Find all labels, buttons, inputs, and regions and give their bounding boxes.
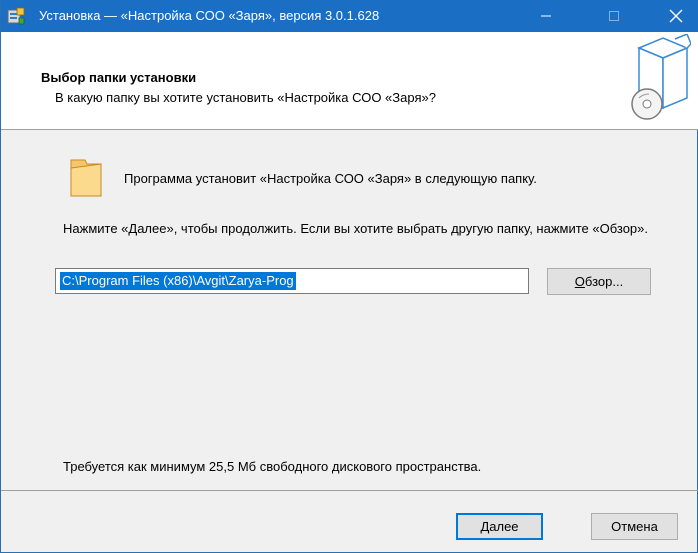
install-target-text: Программа установит «Настройка СОО «Заря… — [124, 171, 537, 186]
cancel-label: Отмена — [611, 519, 658, 534]
wizard-header: Выбор папки установки В какую папку вы х… — [1, 32, 698, 130]
browse-accelerator: О — [574, 274, 585, 289]
next-accelerator: Д — [480, 519, 490, 534]
folder-icon — [70, 159, 102, 197]
installer-app-icon — [7, 7, 25, 25]
title-bar[interactable]: Установка — «Настройка СОО «Заря», верси… — [1, 0, 698, 32]
next-button[interactable]: Далее — [456, 513, 543, 540]
browse-button[interactable]: Обзор... — [547, 268, 651, 295]
software-box-icon — [631, 34, 691, 120]
close-icon — [669, 9, 683, 23]
cancel-button[interactable]: Отмена — [591, 513, 678, 540]
page-title: Выбор папки установки — [41, 70, 197, 85]
maximize-button[interactable] — [591, 0, 637, 32]
minimize-button[interactable] — [523, 0, 569, 32]
close-button[interactable] — [653, 0, 698, 32]
footer-divider — [1, 490, 698, 491]
minimize-icon — [541, 15, 551, 17]
page-subtitle: В какую папку вы хотите установить «Наст… — [55, 90, 436, 105]
browse-label: бзор... — [584, 274, 624, 289]
window-title: Установка — «Настройка СОО «Заря», верси… — [39, 8, 380, 23]
installer-window: Установка — «Настройка СОО «Заря», верси… — [0, 0, 698, 553]
instruction-text: Нажмите «Далее», чтобы продолжить. Если … — [63, 221, 649, 236]
install-path-input[interactable]: C:\Program Files (x86)\Avgit\Zarya-Prog — [55, 268, 529, 294]
disk-space-text: Требуется как минимум 25,5 Мб свободного… — [63, 459, 482, 474]
install-path-value: C:\Program Files (x86)\Avgit\Zarya-Prog — [60, 272, 296, 290]
next-label: алее — [489, 519, 519, 534]
maximize-icon — [609, 11, 619, 21]
